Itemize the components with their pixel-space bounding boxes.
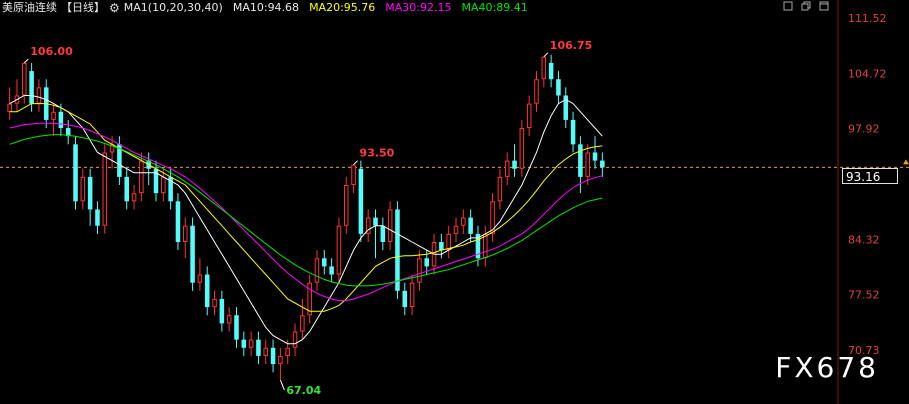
candle-body-down	[219, 298, 225, 324]
candle-body-up	[534, 79, 539, 104]
candle-body-down	[402, 290, 408, 308]
y-tick-label: 97.92	[848, 123, 880, 136]
candle-body-up	[51, 111, 56, 120]
candle-body-up	[22, 62, 27, 96]
annotation-label: 93.50	[360, 147, 395, 160]
candle-body-up	[292, 331, 298, 348]
annotation-leader	[353, 160, 358, 166]
candle-body-up	[336, 225, 342, 275]
last-price-box: 93.16	[842, 168, 898, 184]
candle-body-up	[139, 160, 144, 194]
candle-body-up	[343, 185, 349, 226]
watermark-logo: FX678	[775, 351, 879, 384]
candle-body-up	[80, 176, 86, 202]
candle-body-up	[131, 193, 137, 202]
candle-body-up	[212, 298, 217, 308]
candle-body-up	[161, 176, 166, 194]
candle-body-down	[256, 339, 261, 356]
candle-body-up	[461, 217, 466, 226]
candle-body-up	[285, 347, 290, 356]
candle-body-down	[87, 176, 93, 210]
candle-body-down	[175, 201, 181, 242]
gear-icon[interactable]: ⚙	[109, 0, 120, 16]
candle-body-up	[278, 355, 283, 365]
candle-body-down	[556, 79, 561, 96]
candle-body-up	[102, 152, 108, 226]
candle-body-down	[329, 266, 334, 275]
candle-body-up	[7, 103, 12, 112]
candle-body-down	[241, 339, 247, 348]
maximize-icon[interactable]	[818, 1, 830, 13]
annotation-leader	[23, 58, 29, 64]
ma10-value: MA10:94.68	[232, 1, 300, 14]
square-icon[interactable]	[782, 1, 794, 13]
period-label[interactable]: 【日线】	[61, 0, 105, 16]
candle-body-up	[36, 87, 42, 104]
y-tick-label: 77.52	[848, 289, 880, 302]
ma-settings-label[interactable]: MA1(10,20,30,40)	[124, 0, 223, 16]
candle-body-down	[424, 258, 429, 267]
candle-body-down	[468, 217, 473, 234]
candle-body-down	[578, 144, 583, 177]
ma30-value: MA30:92.15	[385, 1, 452, 14]
candle-body-up	[248, 339, 254, 348]
restore-icon[interactable]	[800, 1, 812, 13]
candle-body-down	[570, 119, 576, 145]
candle-body-down	[380, 225, 386, 242]
annotation-leader	[543, 52, 549, 58]
candle-body-up	[519, 128, 525, 169]
candle-body-up	[446, 233, 451, 251]
y-tick-label: 84.32	[848, 233, 880, 246]
candle-body-down	[58, 111, 64, 129]
candle-body-down	[395, 209, 400, 291]
candle-body-down	[73, 144, 78, 202]
candlestick-chart: 111.52104.7297.9284.3277.5270.73106.0093…	[0, 0, 909, 404]
candle-body-up	[197, 274, 203, 283]
candle-body-up	[387, 209, 393, 242]
candle-body-down	[358, 168, 364, 234]
candle-body-up	[497, 176, 503, 202]
candle-body-down	[322, 258, 327, 267]
candle-body-down	[204, 274, 210, 308]
ma20-value: MA20:95.76	[309, 1, 376, 14]
candle-body-up	[183, 225, 188, 242]
candle-body-up	[585, 152, 590, 177]
candle-body-up	[263, 347, 269, 356]
candle-body-down	[592, 152, 598, 161]
chart-header: 美原油连续 【日线】 ⚙ MA1(10,20,30,40) MA10:94.68…	[0, 0, 528, 16]
candle-body-up	[226, 315, 232, 324]
symbol-name[interactable]: 美原油连续	[2, 0, 57, 16]
candle-body-up	[526, 103, 532, 129]
candle-body-up	[504, 160, 510, 177]
candle-body-down	[234, 315, 239, 340]
annotation-label: 67.04	[286, 384, 321, 397]
y-tick-label: 104.72	[848, 67, 887, 80]
y-tick-label: 111.52	[848, 12, 887, 25]
candle-body-down	[270, 347, 276, 365]
candle-body-down	[124, 176, 129, 202]
candle-body-down	[439, 241, 444, 251]
candle-body-up	[409, 282, 415, 308]
last-price-arrow	[903, 159, 909, 165]
candle-body-down	[29, 71, 34, 104]
candle-body-down	[548, 62, 554, 80]
candle-body-up	[300, 315, 305, 332]
candle-body-up	[453, 225, 459, 234]
candle-body-down	[190, 225, 195, 283]
annotation-label: 106.75	[550, 39, 592, 52]
candle-body-up	[483, 233, 488, 259]
candle-body-down	[95, 209, 100, 226]
annotation-label: 106.00	[30, 45, 73, 58]
candle-body-up	[417, 258, 422, 283]
candle-body-up	[351, 164, 356, 186]
candle-body-up	[541, 56, 547, 80]
candle-body-down	[373, 217, 378, 226]
annotation-leader	[279, 379, 285, 391]
candle-body-down	[600, 160, 605, 168]
candle-body-up	[314, 258, 320, 283]
ma40-value: MA40:89.41	[461, 1, 528, 14]
candle-body-down	[512, 160, 517, 169]
